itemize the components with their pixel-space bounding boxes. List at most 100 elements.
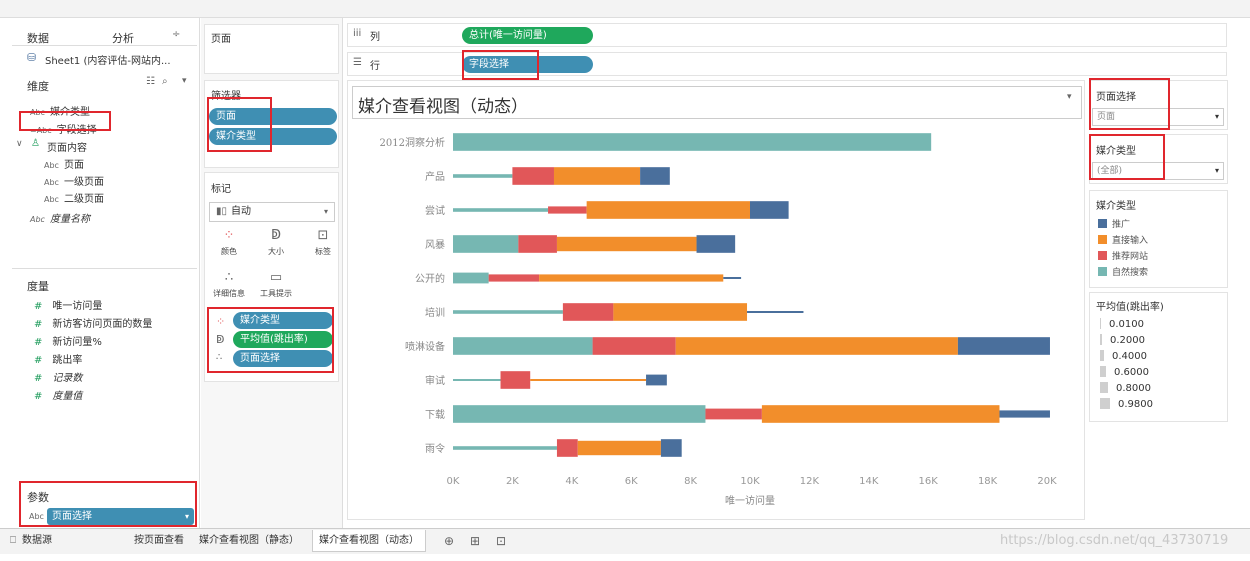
dimension-item[interactable]: Abc 页面 [44,156,84,171]
size-legend-item: 0.2000 [1100,334,1145,346]
color-legend-title: 媒介类型 [1096,201,1136,212]
search-icon[interactable]: ⌕ [162,76,168,87]
hierarchy-icon: ♙ [31,138,40,149]
marks-card-label: 标记 [211,184,231,195]
chevron-down-icon: ▾ [323,207,328,216]
legend-item[interactable]: 推荐网站 [1098,249,1148,262]
filter-pill-media-type[interactable]: 媒介类型 [209,128,337,145]
dimension-label: 一级页面 [63,177,104,188]
bar-segment [488,274,540,282]
list-view-icon[interactable]: ☷ [146,76,155,87]
mark-type-dropdown[interactable]: ▮▯ 自动 ▾ [209,202,335,222]
legend-item[interactable]: 推广 [1098,217,1130,230]
dimension-label: 媒介类型 [49,107,90,118]
mark-pill-page-select[interactable]: 页面选择 [233,350,333,367]
size-legend-title: 平均值(跳出率) [1096,302,1164,313]
page-select-title: 页面选择 [1096,92,1136,103]
size-legend-item: 0.6000 [1100,366,1149,378]
bar-segment [640,167,670,185]
page-select-dropdown[interactable]: 页面 ▾ [1092,108,1224,126]
x-axis-title: 唯一访问量 [725,494,775,507]
abc-type-icon: Abc [30,108,45,117]
tab-data[interactable]: 数据 [27,30,49,46]
size-legend-item: 0.4000 [1100,350,1147,362]
measure-label: 度量值 [52,391,83,402]
category-label: 喷淋设备 [405,340,445,353]
mark-button[interactable]: ⊡ 标签 [303,228,343,264]
measure-item[interactable]: # 记录数 [34,369,82,384]
mark-button[interactable]: ⁘ 颜色 [209,228,249,264]
mark-pill-bounce-rate[interactable]: 平均值(跳出率) [233,331,333,348]
dimension-item[interactable]: Abc 媒介类型 [30,103,90,118]
view-title-menu-icon[interactable]: ▾ [1067,92,1072,102]
datasource-name[interactable]: Sheet1 (内容评估-网站内... [45,52,171,67]
mark-pill-media-type[interactable]: 媒介类型 [233,312,333,329]
filter-pill-page[interactable]: 页面 [209,108,337,125]
chevron-down-icon[interactable]: ▾ [182,76,187,86]
mark-button[interactable]: ↁ 大小 [256,228,296,264]
mark-button[interactable]: ∴ 详细信息 [209,270,249,306]
bar-segment [453,379,501,381]
parameter-pill[interactable]: 页面选择 ▾ [47,508,194,525]
chevron-down-icon[interactable]: ▾ [185,508,189,525]
dimension-label: 度量名称 [49,214,90,225]
columns-pill-label: 总计(唯一访问量) [469,30,547,41]
param-type-icon: Abc [29,512,44,521]
dimension-item[interactable]: Abc 一级页面 [44,173,104,188]
bar-segment [562,303,614,321]
pages-shelf-label: 页面 [211,34,231,45]
size-swatch [1100,334,1102,345]
chevron-down-icon: ▾ [1214,166,1219,175]
columns-pill[interactable]: 总计(唯一访问量) [462,27,593,44]
rows-pill[interactable]: 字段选择 [462,56,593,73]
dimension-item[interactable]: Abc 二级页面 [44,190,104,205]
measure-item[interactable]: # 度量值 [34,387,82,402]
bar-segment [761,405,1000,423]
legend-item[interactable]: 自然搜索 [1098,265,1148,278]
dimension-label: 页面 [63,160,84,171]
legend-swatch [1098,267,1107,276]
new-story-icon[interactable]: ⊡ [490,530,512,552]
bar-segment [453,272,489,284]
bar-segment [957,337,1050,355]
dimension-item[interactable]: Abc 度量名称 [30,210,90,225]
measure-label: 唯一访问量 [52,301,103,312]
new-sheet-icon[interactable]: ⊕ [438,530,460,552]
x-tick-label: 14K [859,476,879,487]
legend-swatch [1098,219,1107,228]
bar-segment [553,167,641,185]
new-dashboard-icon[interactable]: ⊞ [464,530,486,552]
x-tick-label: 6K [625,476,638,487]
tab-datasource[interactable]: 数据源 [16,530,58,552]
legend-item[interactable]: 直接输入 [1098,233,1148,246]
abc-type-icon: Abc [44,195,59,204]
size-icon: ↁ [270,228,281,243]
detail-icon: ∴ [224,270,234,285]
tab-analysis[interactable]: 分析 [112,30,134,46]
bar-segment [613,303,748,321]
bar-segment [453,446,557,450]
filters-shelf-label: 筛选器 [211,91,241,102]
mark-button[interactable]: ▭ 工具提示 [256,270,296,306]
measure-item[interactable]: # 跳出率 [34,351,82,366]
hierarchy-collapse-icon[interactable]: ∨ [16,139,23,149]
tab-by-page[interactable]: 按页面查看 [128,530,190,552]
measure-item[interactable]: # 新访问量% [34,333,102,348]
bar-segment [747,311,804,313]
dimension-item[interactable]: =Abc 字段选择 [30,121,97,136]
size-swatch [1100,398,1110,409]
x-tick-label: 18K [978,476,998,487]
filter-pill-label: 页面 [216,111,236,122]
bar-segment [705,408,762,420]
measure-icon: # [34,319,43,330]
bar-segment [592,337,676,355]
measure-item[interactable]: # 唯一访问量 [34,297,102,312]
measure-item[interactable]: # 新访客访问页面的数量 [34,315,152,330]
tab-dynamic-view[interactable]: 媒介查看视图（动态） [312,530,426,552]
bar-segment [453,235,519,253]
tab-static-view[interactable]: 媒介查看视图（静态） [193,530,305,552]
media-type-dropdown[interactable]: (全部) ▾ [1092,162,1224,180]
bar-segment [453,174,513,178]
legend-swatch [1098,235,1107,244]
tab-menu-icon[interactable]: ÷ [172,29,180,40]
